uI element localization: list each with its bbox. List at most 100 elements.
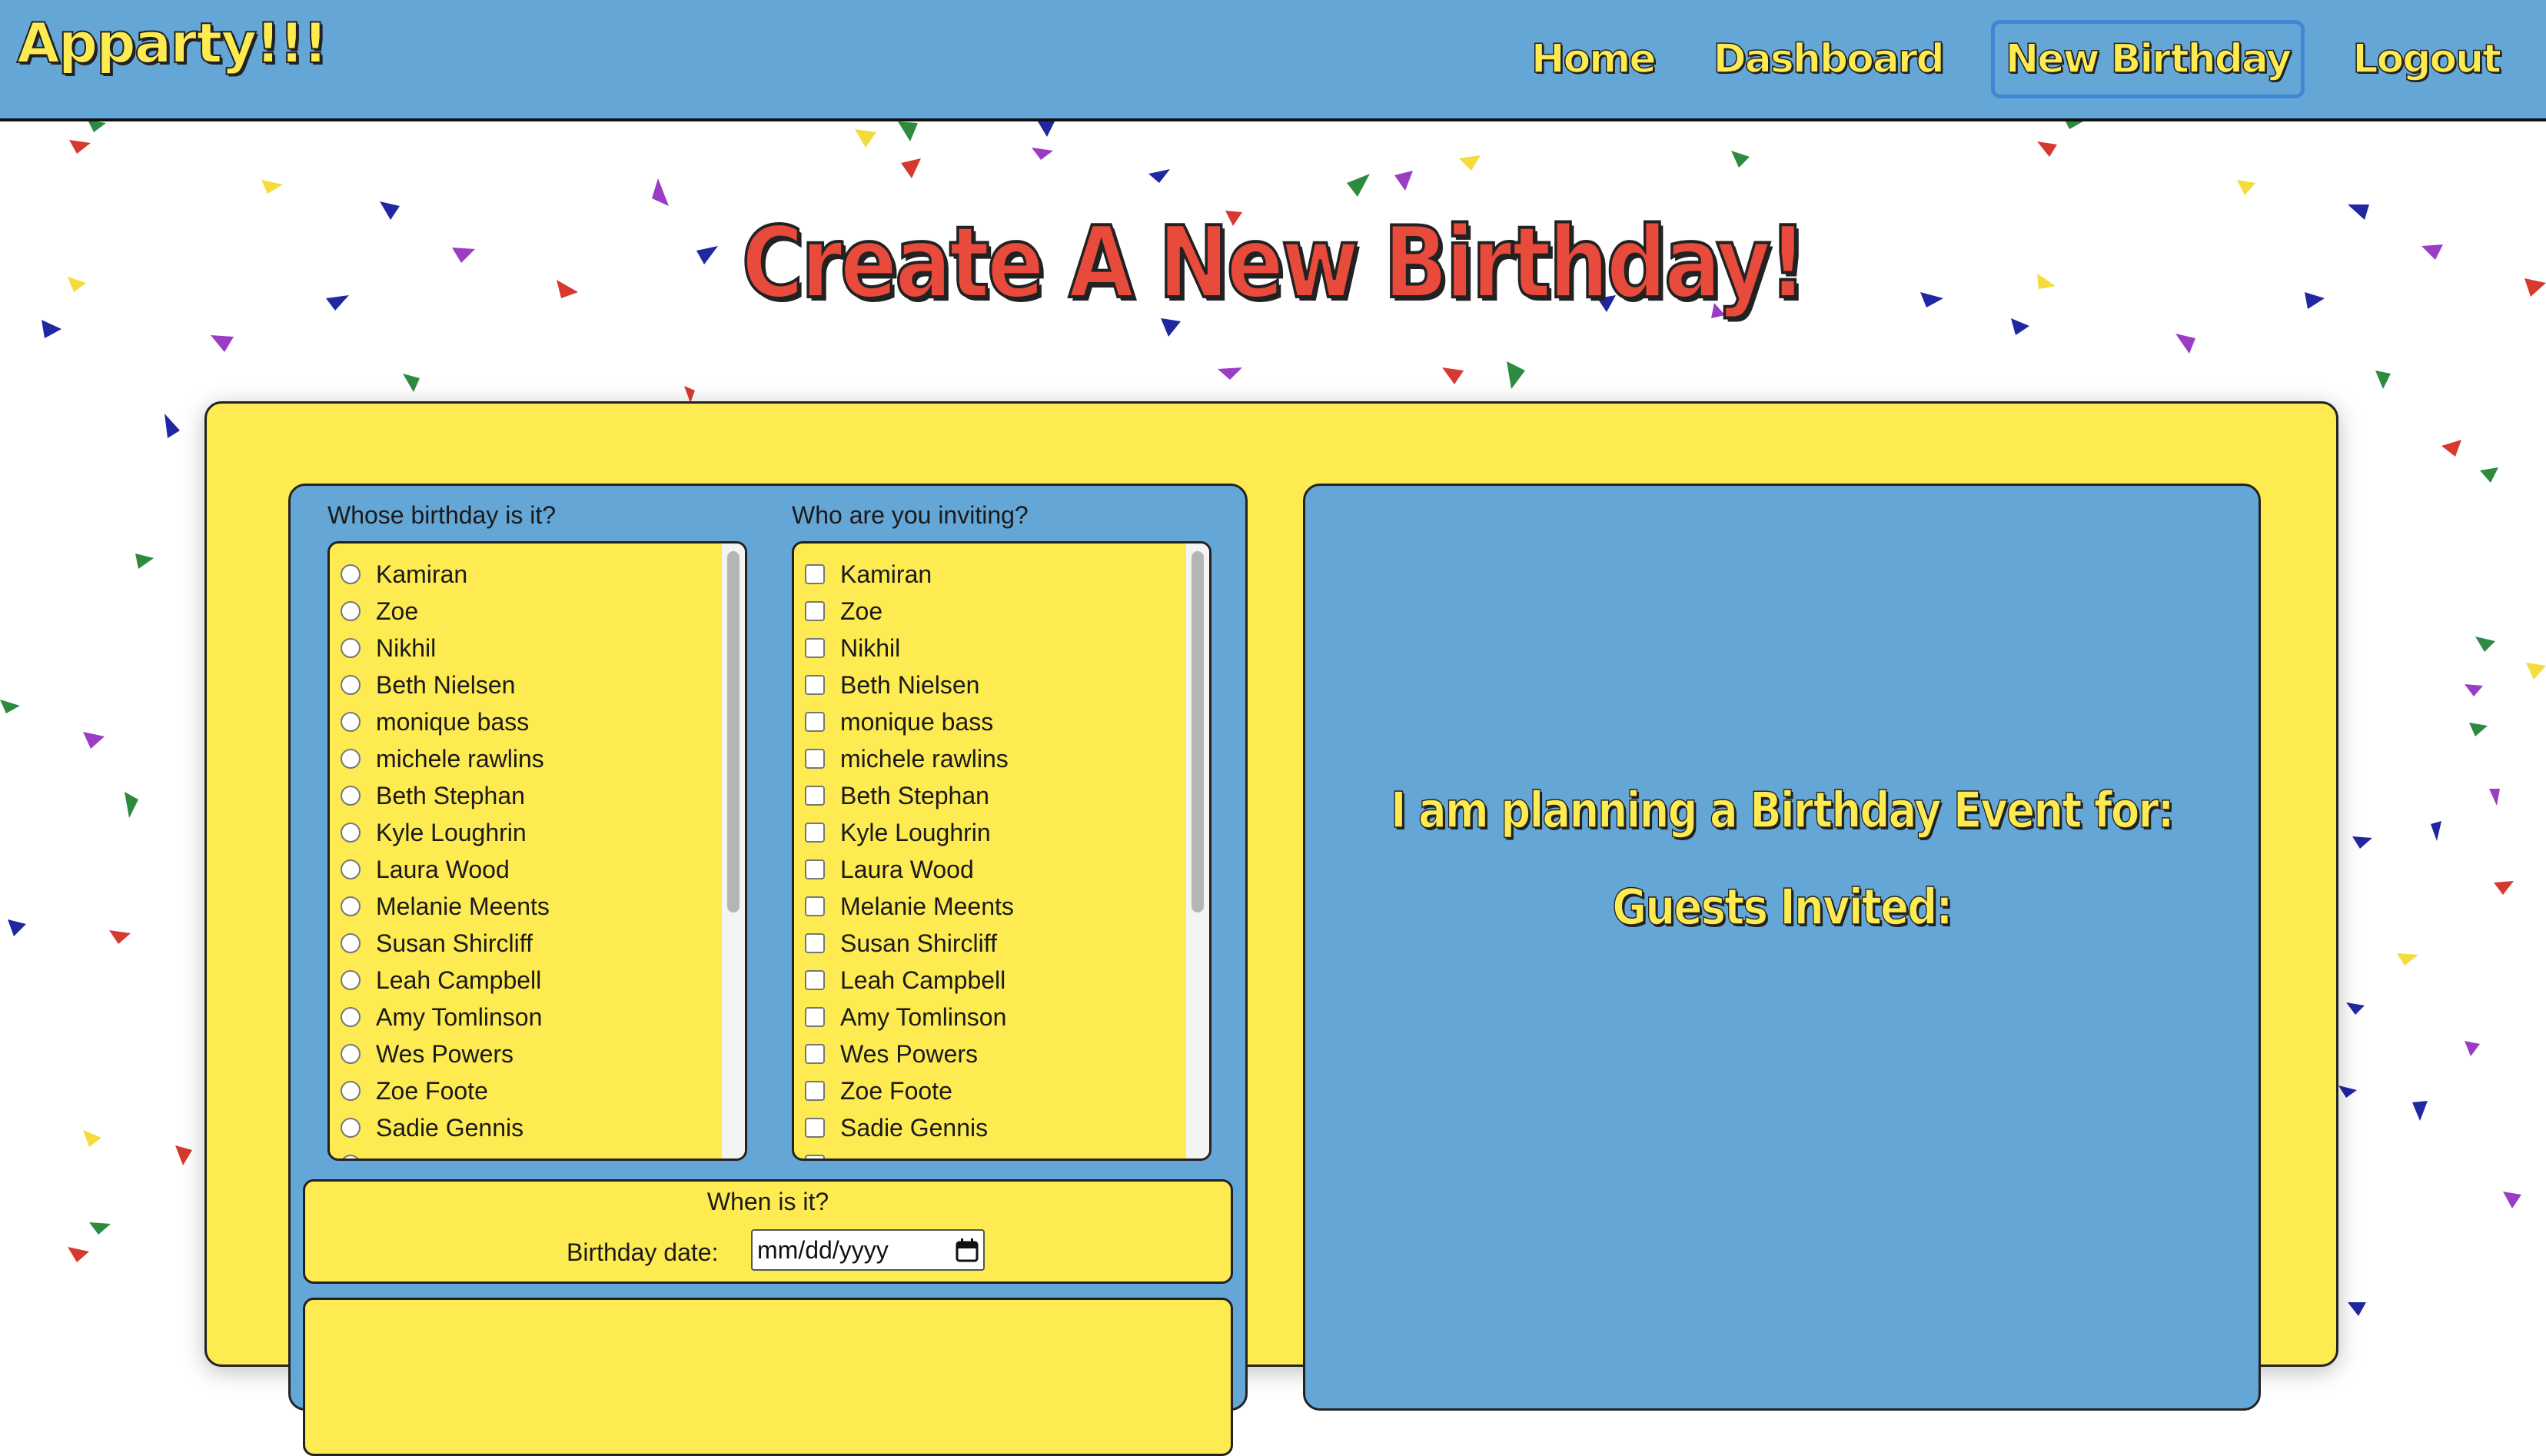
option-label: Laura Wood bbox=[376, 855, 510, 883]
invitees-list[interactable]: Kamiran Zoe Nikhil Beth Nielsen monique … bbox=[792, 541, 1212, 1161]
option-label: Kyle Loughrin bbox=[376, 818, 527, 846]
invitee-option[interactable]: Beth Stephan bbox=[805, 777, 1178, 814]
radio-button[interactable] bbox=[341, 1081, 361, 1101]
birthday-person-option[interactable]: monique bass bbox=[341, 703, 714, 740]
radio-button[interactable] bbox=[341, 823, 361, 843]
birthday-date-input[interactable]: mm/dd/yyyy bbox=[751, 1229, 985, 1271]
top-navbar: Apparty!!! Home Dashboard New Birthday L… bbox=[0, 0, 2546, 121]
option-label: Melanie Meents bbox=[840, 892, 1014, 920]
nav-new-birthday-link[interactable]: New Birthday bbox=[1990, 20, 2305, 98]
radio-button[interactable] bbox=[341, 564, 361, 584]
invitee-option[interactable]: Laura Wood bbox=[805, 851, 1178, 888]
birthday-person-option[interactable]: Susan Shircliff bbox=[341, 925, 714, 962]
birthday-person-option[interactable]: Laura Wood bbox=[341, 851, 714, 888]
event-summary-panel: I am planning a Birthday Event for: Gues… bbox=[1303, 484, 2261, 1411]
invitee-option[interactable]: michele rawlins bbox=[805, 740, 1178, 777]
invitee-option[interactable]: Leah Campbell bbox=[805, 962, 1178, 999]
nav-links: Home Dashboard New Birthday Logout bbox=[1484, 0, 2511, 118]
invitees-heading: Who are you inviting? bbox=[792, 501, 1029, 529]
birthday-person-scrollbar[interactable] bbox=[721, 544, 745, 1158]
birthday-person-option[interactable]: Beth Stephan bbox=[341, 777, 714, 814]
option-label: Beth Stephan bbox=[840, 781, 989, 809]
invitee-option[interactable]: monique bass bbox=[805, 703, 1178, 740]
radio-button[interactable] bbox=[341, 1155, 361, 1158]
birthday-person-option[interactable]: Leah Campbell bbox=[341, 962, 714, 999]
radio-button[interactable] bbox=[341, 675, 361, 695]
radio-button[interactable] bbox=[341, 1007, 361, 1027]
radio-button[interactable] bbox=[341, 970, 361, 990]
birthday-person-option[interactable]: Zoe Foote bbox=[341, 1072, 714, 1109]
checkbox[interactable] bbox=[805, 970, 825, 990]
nav-dashboard-link[interactable]: Dashboard bbox=[1703, 22, 1954, 96]
birthday-person-option[interactable]: Amy Tomlinson bbox=[341, 999, 714, 1035]
checkbox[interactable] bbox=[805, 859, 825, 879]
birthday-person-list[interactable]: Kamiran Zoe Nikhil Beth Nielsen monique … bbox=[327, 541, 747, 1161]
radio-button[interactable] bbox=[341, 786, 361, 806]
option-label: Laura Wood bbox=[840, 855, 974, 883]
checkbox[interactable] bbox=[805, 564, 825, 584]
birthday-person-option[interactable]: Wes Powers bbox=[341, 1035, 714, 1072]
nav-logout-link[interactable]: Logout bbox=[2342, 22, 2511, 96]
checkbox[interactable] bbox=[805, 601, 825, 621]
birthday-person-option[interactable]: michele rawlins bbox=[341, 740, 714, 777]
invitee-option[interactable]: Susan Shircliff bbox=[805, 925, 1178, 962]
checkbox[interactable] bbox=[805, 712, 825, 732]
checkbox[interactable] bbox=[805, 675, 825, 695]
birthday-person-option[interactable]: Nikhil bbox=[341, 630, 714, 667]
checkbox[interactable] bbox=[805, 749, 825, 769]
birthday-person-option[interactable]: Kyle Loughrin bbox=[341, 814, 714, 851]
invitee-option[interactable]: Sadie Gennis bbox=[805, 1109, 1178, 1146]
invitees-scrollbar[interactable] bbox=[1185, 544, 1209, 1158]
radio-button[interactable] bbox=[341, 859, 361, 879]
option-label: Amy Tomlinson bbox=[840, 1002, 1007, 1031]
radio-button[interactable] bbox=[341, 749, 361, 769]
radio-button[interactable] bbox=[341, 1044, 361, 1064]
radio-button[interactable] bbox=[341, 638, 361, 658]
scrollbar-thumb[interactable] bbox=[1192, 551, 1204, 912]
option-label: Zoe bbox=[376, 597, 419, 625]
invitee-option[interactable]: Kyle Loughrin bbox=[805, 814, 1178, 851]
option-label: michele rawlins bbox=[376, 744, 544, 773]
calendar-icon[interactable] bbox=[956, 1238, 979, 1262]
option-label: Beth Nielsen bbox=[840, 670, 980, 699]
checkbox[interactable] bbox=[805, 1081, 825, 1101]
birthday-person-option[interactable] bbox=[341, 1146, 714, 1158]
option-label: Sadie Gennis bbox=[376, 1113, 524, 1142]
invitee-option[interactable]: Wes Powers bbox=[805, 1035, 1178, 1072]
nav-home-link[interactable]: Home bbox=[1521, 22, 1666, 96]
birthday-person-option[interactable]: Melanie Meents bbox=[341, 888, 714, 925]
invitee-option[interactable]: Nikhil bbox=[805, 630, 1178, 667]
invitee-option[interactable]: Zoe Foote bbox=[805, 1072, 1178, 1109]
checkbox[interactable] bbox=[805, 638, 825, 658]
radio-button[interactable] bbox=[341, 896, 361, 916]
checkbox[interactable] bbox=[805, 823, 825, 843]
invitee-option[interactable]: Melanie Meents bbox=[805, 888, 1178, 925]
brand-logo[interactable]: Apparty!!! bbox=[16, 10, 329, 76]
invitee-option[interactable]: Zoe bbox=[805, 593, 1178, 630]
checkbox[interactable] bbox=[805, 896, 825, 916]
checkbox[interactable] bbox=[805, 786, 825, 806]
checkbox[interactable] bbox=[805, 1007, 825, 1027]
birthday-person-option[interactable]: Kamiran bbox=[341, 556, 714, 593]
option-label: Leah Campbell bbox=[376, 966, 542, 994]
radio-button[interactable] bbox=[341, 601, 361, 621]
invitee-option[interactable]: Beth Nielsen bbox=[805, 667, 1178, 703]
checkbox[interactable] bbox=[805, 1118, 825, 1138]
checkbox[interactable] bbox=[805, 1155, 825, 1158]
checkbox[interactable] bbox=[805, 933, 825, 953]
invitee-option[interactable] bbox=[805, 1146, 1178, 1158]
invitee-option[interactable]: Kamiran bbox=[805, 556, 1178, 593]
birthday-person-option[interactable]: Sadie Gennis bbox=[341, 1109, 714, 1146]
option-label: michele rawlins bbox=[840, 744, 1009, 773]
radio-button[interactable] bbox=[341, 712, 361, 732]
birthday-person-option[interactable]: Zoe bbox=[341, 593, 714, 630]
radio-button[interactable] bbox=[341, 1118, 361, 1138]
birthday-person-option[interactable]: Beth Nielsen bbox=[341, 667, 714, 703]
planning-for-label: I am planning a Birthday Event for: bbox=[1391, 782, 2175, 840]
invitee-option[interactable]: Amy Tomlinson bbox=[805, 999, 1178, 1035]
guests-invited-label: Guests Invited: bbox=[1612, 879, 1953, 937]
option-label: Nikhil bbox=[376, 633, 437, 662]
checkbox[interactable] bbox=[805, 1044, 825, 1064]
scrollbar-thumb[interactable] bbox=[727, 551, 740, 912]
radio-button[interactable] bbox=[341, 933, 361, 953]
